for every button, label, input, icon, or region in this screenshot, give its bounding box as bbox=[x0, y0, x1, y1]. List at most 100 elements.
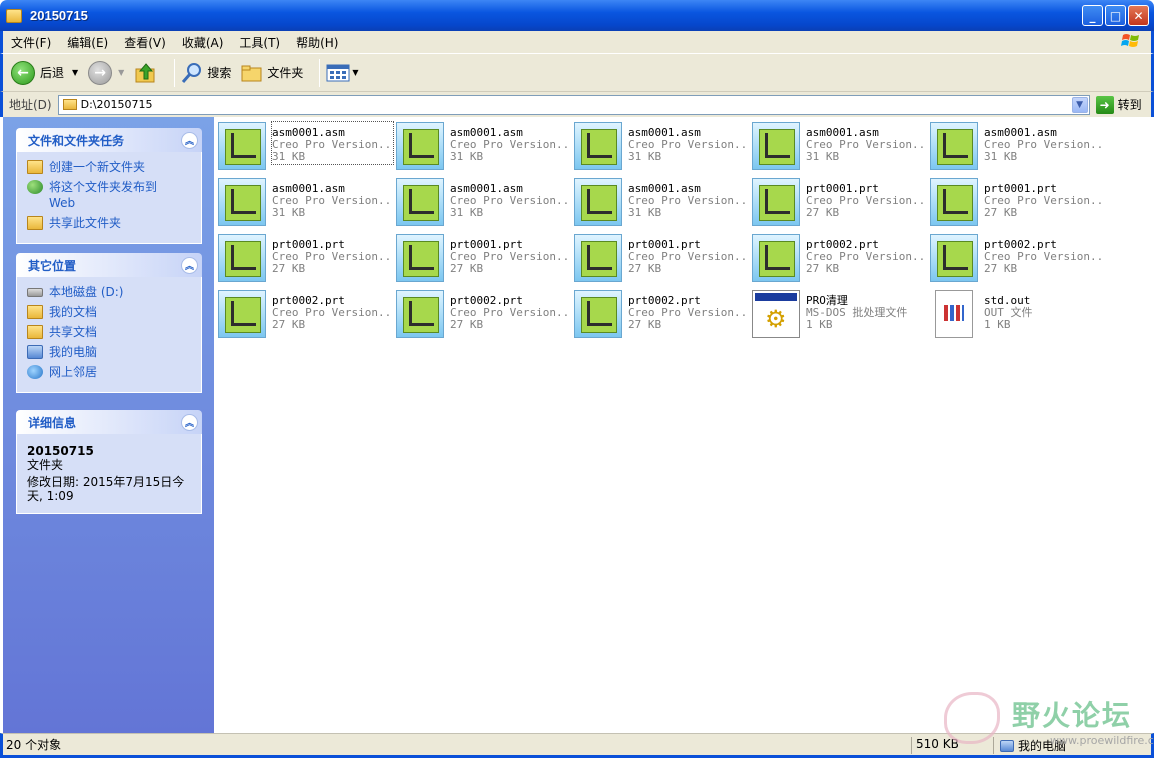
file-item[interactable]: asm0001.asm Creo Pro Version... 31 KB bbox=[218, 121, 394, 174]
my-computer-icon bbox=[27, 345, 43, 359]
place-label: 共享文档 bbox=[49, 325, 98, 339]
menu-edit[interactable]: 编辑(E) bbox=[59, 34, 116, 51]
file-item[interactable]: asm0001.asm Creo Pro Version... 31 KB bbox=[218, 178, 393, 230]
creo-icon bbox=[218, 290, 266, 338]
file-item[interactable]: prt0001.prt Creo Pro Version... 27 KB bbox=[930, 178, 1105, 230]
file-info: prt0001.prt Creo Pro Version... 27 KB bbox=[806, 178, 927, 230]
details-modified: 修改日期: 2015年7月15日今天, 1:09 bbox=[27, 475, 185, 503]
menu-favorites[interactable]: 收藏(A) bbox=[174, 34, 232, 51]
task-publish-web[interactable]: 将这个文件夹发布到 Web bbox=[27, 179, 193, 211]
go-arrow-icon: ➜ bbox=[1095, 95, 1114, 114]
file-item[interactable]: asm0001.asm Creo Pro Version... 31 KB bbox=[574, 122, 749, 174]
file-item[interactable]: PRO清理MS-DOS 批处理文件1 KB bbox=[752, 290, 927, 342]
window-title: 20150715 bbox=[30, 8, 88, 23]
file-size: 27 KB bbox=[628, 318, 662, 331]
menu-file[interactable]: 文件(F) bbox=[3, 34, 59, 51]
file-item[interactable]: prt0002.prt Creo Pro Version... 27 KB bbox=[396, 290, 571, 342]
search-label: 搜索 bbox=[207, 66, 232, 80]
place-shared-documents[interactable]: 共享文档 bbox=[27, 324, 193, 340]
file-info: prt0002.prt Creo Pro Version... 27 KB bbox=[272, 290, 393, 342]
file-size: 27 KB bbox=[450, 318, 484, 331]
file-item[interactable]: asm0001.asm Creo Pro Version... 31 KB bbox=[752, 122, 927, 174]
file-info: asm0001.asm Creo Pro Version... 31 KB bbox=[271, 121, 394, 165]
file-item[interactable]: asm0001.asm Creo Pro Version... 31 KB bbox=[930, 122, 1105, 174]
creo-icon bbox=[396, 290, 444, 338]
views-button[interactable]: ▼ bbox=[326, 63, 359, 83]
file-tasks-title: 文件和文件夹任务 bbox=[28, 133, 125, 148]
creo-icon bbox=[752, 178, 800, 226]
forward-button[interactable]: → ▼ bbox=[88, 60, 124, 85]
toolbar-separator bbox=[319, 58, 321, 87]
file-item[interactable]: prt0002.prt Creo Pro Version... 27 KB bbox=[574, 290, 749, 342]
place-local-disk[interactable]: 本地磁盘 (D:) bbox=[27, 284, 193, 300]
views-icon bbox=[326, 64, 350, 81]
file-item[interactable]: std.out OUT 文件 1 KB bbox=[930, 290, 1105, 342]
task-share-folder[interactable]: 共享此文件夹 bbox=[27, 215, 193, 231]
file-item[interactable]: asm0001.asm Creo Pro Version... 31 KB bbox=[574, 178, 749, 230]
up-button[interactable] bbox=[134, 61, 158, 85]
menu-help[interactable]: 帮助(H) bbox=[288, 34, 346, 51]
file-item[interactable]: prt0001.prt Creo Pro Version... 27 KB bbox=[574, 234, 749, 286]
new-folder-icon bbox=[27, 160, 43, 174]
address-dropdown-icon[interactable]: ▼ bbox=[1071, 96, 1088, 113]
other-places-header[interactable]: 其它位置 ︽ bbox=[16, 253, 202, 277]
file-item[interactable]: prt0001.prt Creo Pro Version... 27 KB bbox=[218, 234, 393, 286]
file-item[interactable]: asm0001.asm Creo Pro Version... 31 KB bbox=[396, 178, 571, 230]
collapse-chevron-icon[interactable]: ︽ bbox=[181, 256, 198, 274]
file-info: prt0002.prt Creo Pro Version... 27 KB bbox=[628, 290, 749, 342]
address-value[interactable]: D:\20150715 bbox=[81, 98, 153, 111]
batch-file-icon bbox=[752, 290, 800, 338]
publish-web-icon bbox=[27, 180, 43, 194]
creo-icon bbox=[752, 122, 800, 170]
my-documents-icon bbox=[27, 305, 43, 319]
file-size: 27 KB bbox=[806, 262, 840, 275]
folder-icon bbox=[62, 99, 77, 110]
folder-up-icon bbox=[135, 62, 155, 82]
menu-tools[interactable]: 工具(T) bbox=[231, 34, 288, 51]
back-button[interactable]: ← 后退 ▼ bbox=[11, 60, 78, 85]
file-tasks-header[interactable]: 文件和文件夹任务 ︽ bbox=[16, 128, 202, 152]
file-item[interactable]: prt0002.prt Creo Pro Version... 27 KB bbox=[752, 234, 927, 286]
file-size: 27 KB bbox=[272, 318, 306, 331]
details-header[interactable]: 详细信息 ︽ bbox=[16, 410, 202, 434]
place-my-documents[interactable]: 我的文档 bbox=[27, 304, 193, 320]
creo-icon bbox=[218, 178, 266, 226]
other-places-panel: 其它位置 ︽ 本地磁盘 (D:) 我的文档 共享文档 我的电脑 网上邻居 bbox=[16, 253, 202, 393]
forward-dropdown-icon[interactable]: ▼ bbox=[118, 68, 124, 77]
file-item[interactable]: prt0002.prt Creo Pro Version... 27 KB bbox=[930, 234, 1105, 286]
network-places-icon bbox=[27, 365, 43, 379]
share-folder-icon bbox=[27, 216, 43, 230]
title-bar[interactable]: 20150715 _ □ ✕ bbox=[0, 0, 1154, 31]
back-arrow-icon: ← bbox=[11, 60, 35, 85]
file-view[interactable]: asm0001.asm Creo Pro Version... 31 KB asm00… bbox=[214, 117, 1151, 733]
folders-button[interactable]: 文件夹 bbox=[241, 63, 303, 83]
details-name: 20150715 bbox=[27, 444, 94, 458]
creo-icon bbox=[218, 234, 266, 282]
collapse-chevron-icon[interactable]: ︽ bbox=[181, 413, 198, 431]
folders-label: 文件夹 bbox=[267, 66, 304, 80]
place-network[interactable]: 网上邻居 bbox=[27, 364, 193, 380]
back-dropdown-icon[interactable]: ▼ bbox=[72, 68, 78, 77]
file-size: 1 KB bbox=[984, 318, 1011, 331]
search-button[interactable]: 搜索 bbox=[181, 62, 231, 84]
task-new-folder[interactable]: 创建一个新文件夹 bbox=[27, 159, 193, 175]
hard-drive-icon bbox=[27, 288, 43, 297]
maximize-button[interactable]: □ bbox=[1105, 5, 1126, 26]
creo-icon bbox=[574, 122, 622, 170]
file-item[interactable]: prt0001.prt Creo Pro Version... 27 KB bbox=[396, 234, 571, 286]
file-item[interactable]: asm0001.asm Creo Pro Version... 31 KB bbox=[396, 122, 571, 174]
file-info: prt0002.prt Creo Pro Version... 27 KB bbox=[806, 234, 927, 286]
place-my-computer[interactable]: 我的电脑 bbox=[27, 344, 193, 360]
file-info: asm0001.asm Creo Pro Version... 31 KB bbox=[450, 122, 571, 174]
menu-view[interactable]: 查看(V) bbox=[116, 34, 174, 51]
close-button[interactable]: ✕ bbox=[1128, 5, 1149, 26]
creo-icon bbox=[930, 178, 978, 226]
file-item[interactable]: prt0001.prt Creo Pro Version... 27 KB bbox=[752, 178, 927, 230]
go-button[interactable]: ➜ 转到 bbox=[1095, 95, 1142, 114]
file-size: 31 KB bbox=[984, 150, 1018, 163]
file-item[interactable]: prt0002.prt Creo Pro Version... 27 KB bbox=[218, 290, 393, 342]
collapse-chevron-icon[interactable]: ︽ bbox=[181, 131, 198, 149]
minimize-button[interactable]: _ bbox=[1082, 5, 1103, 26]
file-size: 27 KB bbox=[984, 206, 1018, 219]
address-input[interactable]: D:\20150715 ▼ bbox=[57, 94, 1090, 115]
